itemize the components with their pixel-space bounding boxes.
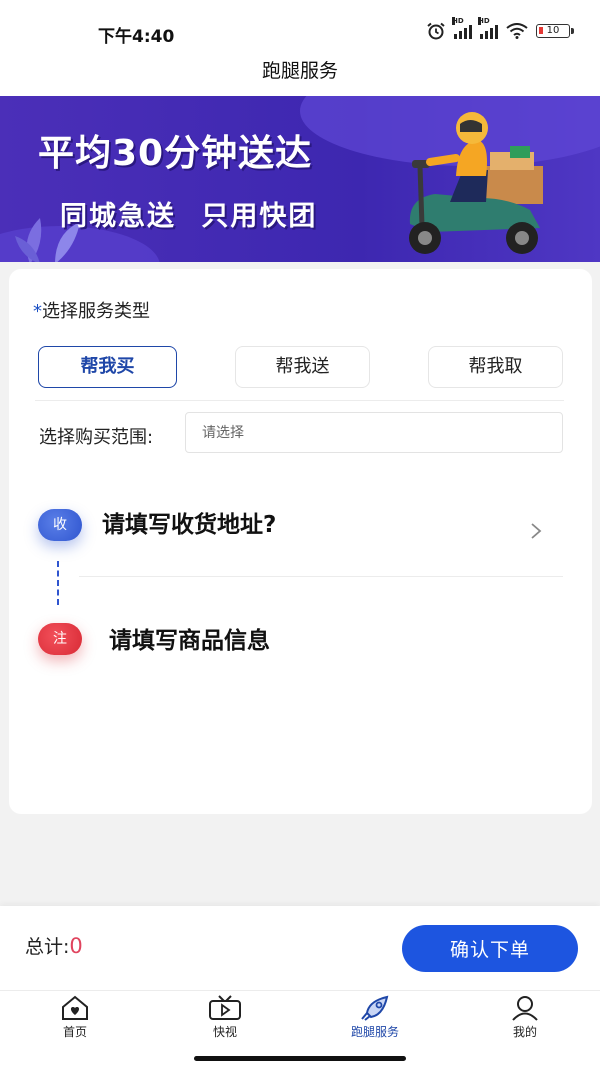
service-card: *选择服务类型 帮我买 帮我送 帮我取 选择购买范围: 收 请填写收货地址? 注… [9, 269, 592, 814]
tab-errand-label: 跑腿服务 [350, 1025, 399, 1039]
status-icons: HD HD 10 [426, 17, 574, 40]
tab-mine[interactable]: 我的 [480, 995, 570, 1040]
tab-home[interactable]: 首页 [30, 995, 120, 1040]
confirm-order-button[interactable]: 确认下单 [402, 925, 578, 972]
page-title: 跑腿服务 [261, 60, 338, 82]
total-text: 总计: [25, 936, 70, 958]
home-indicator [194, 1056, 406, 1061]
total-value: 0 [69, 934, 83, 958]
hd-label-2: HD [478, 17, 490, 25]
receive-badge: 收 [38, 509, 82, 541]
battery-level: 10 [546, 25, 560, 36]
service-type-label: *选择服务类型 [33, 297, 150, 323]
tab-mine-label: 我的 [512, 1025, 537, 1039]
signal-icon-2: HD [478, 17, 498, 39]
purchase-range-label: 选择购买范围: [39, 427, 154, 448]
tab-video[interactable]: 快视 [180, 995, 270, 1040]
divider [35, 400, 564, 401]
battery-icon: 10 [536, 24, 574, 38]
note-badge: 注 [38, 623, 82, 655]
tab-help-pickup[interactable]: 帮我取 [428, 346, 563, 388]
home-icon [62, 995, 88, 1020]
delivery-address-prompt[interactable]: 请填写收货地址? [102, 505, 276, 539]
video-icon [209, 995, 241, 1020]
user-icon [512, 996, 538, 1021]
tab-home-label: 首页 [62, 1025, 87, 1039]
divider-2 [79, 576, 563, 577]
chevron-right-icon[interactable] [529, 521, 543, 541]
tab-video-label: 快视 [212, 1025, 237, 1039]
nav-bar: 跑腿服务 [0, 56, 600, 96]
connector-line [57, 561, 59, 605]
delivery-scooter-illustration [409, 112, 543, 254]
hd-label: HD [452, 17, 464, 25]
goods-info-prompt[interactable]: 请填写商品信息 [109, 621, 270, 655]
total-label: 总计:0 [25, 932, 83, 959]
tab-help-buy[interactable]: 帮我买 [38, 346, 177, 388]
tab-errand-service[interactable]: 跑腿服务 [330, 995, 420, 1040]
purchase-range-select[interactable] [185, 412, 563, 453]
wifi-icon [506, 23, 528, 39]
banner-headline: 平均30分钟送达 [38, 133, 313, 174]
status-time: 下午4:40 [98, 27, 175, 47]
promo-banner[interactable]: 平均30分钟送达 同城急送 只用快团 [0, 96, 600, 262]
rocket-icon [361, 995, 389, 1021]
status-bar: 下午4:40 HD HD 10 [0, 0, 600, 56]
alarm-icon [427, 22, 445, 40]
tab-help-send[interactable]: 帮我送 [235, 346, 370, 388]
service-type-text: 选择服务类型 [42, 301, 150, 322]
required-mark: * [33, 301, 42, 322]
banner-subline: 同城急送 只用快团 [60, 201, 318, 232]
signal-icon: HD [452, 17, 472, 39]
order-summary-bar: 总计:0 确认下单 [0, 906, 600, 990]
